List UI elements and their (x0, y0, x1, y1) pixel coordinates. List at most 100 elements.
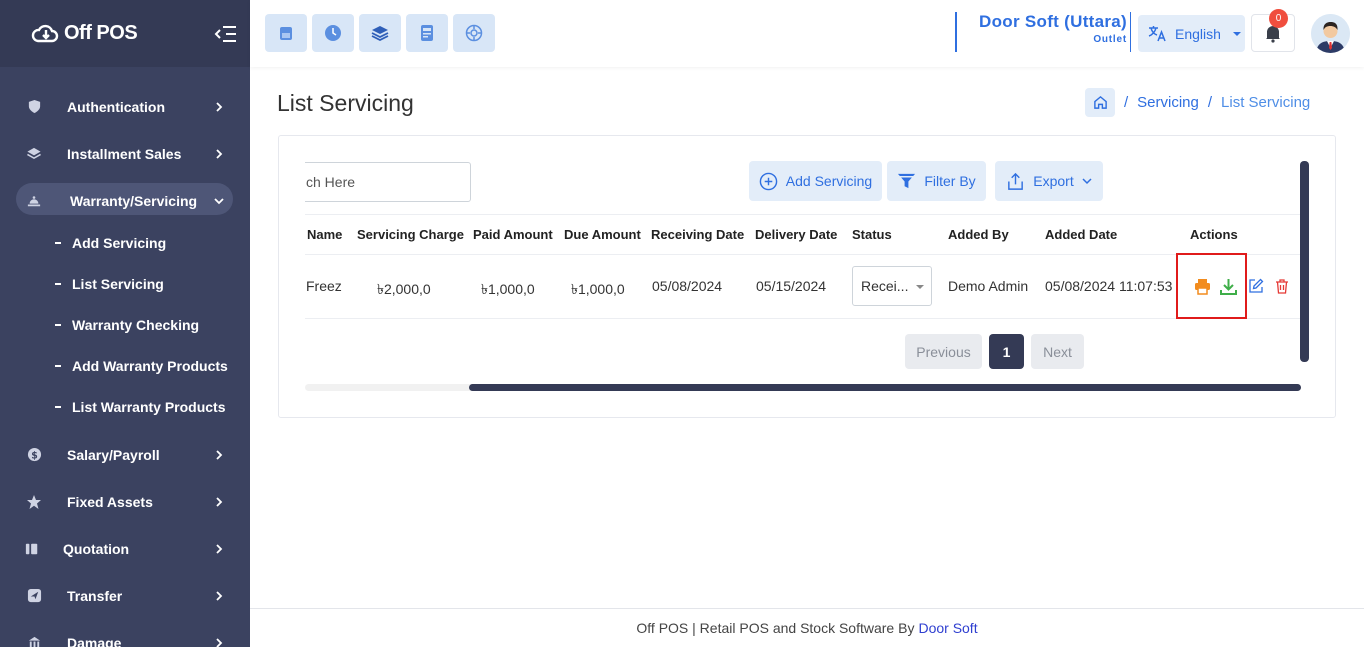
svg-text:$: $ (31, 450, 38, 461)
chevron-right-icon (216, 101, 223, 112)
add-servicing-button[interactable]: Add Servicing (749, 161, 882, 201)
outlet-divider (1130, 12, 1131, 52)
submenu-warranty-checking[interactable]: Warranty Checking (0, 304, 250, 345)
submenu-label: List Servicing (72, 275, 164, 292)
filter-by-label: Filter By (924, 173, 976, 189)
filter-by-button[interactable]: Filter By (887, 161, 986, 201)
column-header[interactable]: Added Date (1045, 227, 1117, 242)
sidebar-item-label: Installment Sales (67, 145, 182, 162)
submenu-list-warranty-products[interactable]: List Warranty Products (0, 386, 250, 427)
table-row: Freez ৳2,000,0 ৳1,000,0 ৳1,000,0 05/08/2… (305, 255, 1301, 319)
sidebar-item-label: Salary/Payroll (67, 446, 160, 463)
filter-icon (898, 173, 916, 188)
clock-icon (325, 25, 341, 41)
chevron-right-icon (216, 449, 223, 460)
outlet-type: Outlet (1093, 34, 1127, 45)
damage-icon (26, 635, 42, 647)
cell-name: Freez (306, 278, 342, 294)
dollar-icon: $ (26, 447, 42, 463)
sidebar-item-label: Fixed Assets (67, 493, 153, 510)
sidebar-item-label: Warranty/Servicing (70, 193, 198, 209)
submenu-add-servicing[interactable]: Add Servicing (0, 222, 250, 263)
status-value: Recei... (861, 278, 909, 294)
sidebar-item-fixed-assets[interactable]: Fixed Assets (0, 478, 250, 525)
pagination-previous[interactable]: Previous (905, 334, 982, 369)
collapse-menu-icon[interactable] (214, 24, 238, 44)
column-header[interactable]: Due Amount (564, 227, 641, 242)
upload-icon (1008, 172, 1024, 190)
vertical-scrollbar-thumb[interactable] (1300, 161, 1309, 362)
column-header[interactable]: Added By (948, 227, 1009, 242)
brand-bar: Off POS (0, 0, 250, 67)
cell-servicing-charge: ৳2,000,0 (377, 281, 431, 297)
add-servicing-label: Add Servicing (785, 173, 873, 189)
sidebar-item-damage[interactable]: Damage (0, 619, 250, 647)
sidebar-item-label: Damage (67, 634, 122, 647)
user-avatar-icon (1311, 14, 1350, 53)
trash-icon (1276, 279, 1288, 294)
page-title: List Servicing (277, 90, 414, 116)
bullet-dash (55, 405, 61, 408)
submenu-label: Add Servicing (72, 234, 167, 251)
breadcrumb-separator: / (1207, 94, 1213, 111)
sidebar-item-authentication[interactable]: Authentication (0, 83, 250, 130)
language-dropdown[interactable]: English (1138, 15, 1245, 52)
plus-circle-icon (759, 172, 778, 190)
star-icon (26, 494, 42, 510)
footer-link[interactable]: Door Soft (918, 620, 977, 636)
cell-paid-amount: ৳1,000,0 (481, 281, 535, 297)
quick-calculator-button[interactable] (406, 14, 448, 52)
column-header[interactable]: Name (307, 227, 342, 242)
home-icon (1093, 95, 1107, 109)
submenu-label: Warranty Checking (72, 316, 200, 333)
chevron-down-icon (1082, 178, 1092, 185)
brand-logo[interactable]: Off POS (30, 22, 138, 46)
column-header[interactable]: Delivery Date (755, 227, 837, 242)
service-icon (26, 193, 42, 209)
delete-button[interactable] (1273, 277, 1291, 295)
layers-icon (26, 146, 42, 162)
submenu-list-servicing[interactable]: List Servicing (0, 263, 250, 304)
table-scroll-area[interactable]: Add Servicing Filter By Export Name Serv… (305, 136, 1301, 396)
horizontal-scrollbar-thumb[interactable] (469, 384, 1301, 391)
chevron-right-icon (216, 148, 223, 159)
quick-clock-button[interactable] (312, 14, 354, 52)
quick-stack-button[interactable] (359, 14, 401, 52)
sidebar-item-warranty-servicing[interactable]: Warranty/Servicing (0, 180, 250, 222)
breadcrumb-servicing[interactable]: Servicing (1137, 94, 1199, 111)
column-header: Actions (1190, 227, 1238, 242)
column-header[interactable]: Status (852, 227, 892, 242)
column-header[interactable]: Receiving Date (651, 227, 744, 242)
search-input[interactable] (305, 162, 471, 202)
breadcrumb-home[interactable] (1085, 88, 1115, 117)
quick-dashboard-button[interactable] (453, 14, 495, 52)
translate-icon (1148, 26, 1166, 42)
footer: Off POS | Retail POS and Stock Software … (250, 608, 1364, 647)
column-header[interactable]: Paid Amount (473, 227, 553, 242)
sidebar-item-label: Authentication (67, 98, 165, 115)
notifications-button[interactable]: 0 (1251, 9, 1295, 52)
breadcrumb-current: List Servicing (1221, 94, 1311, 111)
highlight-annotation-box (1176, 253, 1247, 319)
sidebar-item-transfer[interactable]: Transfer (0, 572, 250, 619)
outlet-info[interactable]: Door Soft (Uttara) Outlet (955, 12, 1127, 52)
sidebar-item-installment-sales[interactable]: Installment Sales (0, 130, 250, 177)
status-select[interactable]: Recei... (852, 266, 932, 306)
quick-pos-button[interactable] (265, 14, 307, 52)
sidebar-item-quotation[interactable]: Quotation (0, 525, 250, 572)
column-header[interactable]: Servicing Charge (357, 227, 464, 242)
export-button[interactable]: Export (995, 161, 1103, 201)
edit-button[interactable] (1247, 277, 1265, 295)
pagination-page-1[interactable]: 1 (989, 334, 1024, 369)
bullet-dash (55, 241, 61, 244)
dashboard-icon (465, 24, 483, 42)
sidebar-item-salary-payroll[interactable]: $ Salary/Payroll (0, 431, 250, 478)
bullet-dash (55, 282, 61, 285)
chevron-right-icon (216, 590, 223, 601)
user-avatar[interactable] (1311, 14, 1350, 53)
submenu-add-warranty-products[interactable]: Add Warranty Products (0, 345, 250, 386)
warranty-submenu: Add Servicing List Servicing Warranty Ch… (0, 222, 250, 431)
sidebar-item-label: Quotation (63, 540, 130, 557)
pagination-next[interactable]: Next (1031, 334, 1084, 369)
quote-icon (24, 541, 40, 557)
